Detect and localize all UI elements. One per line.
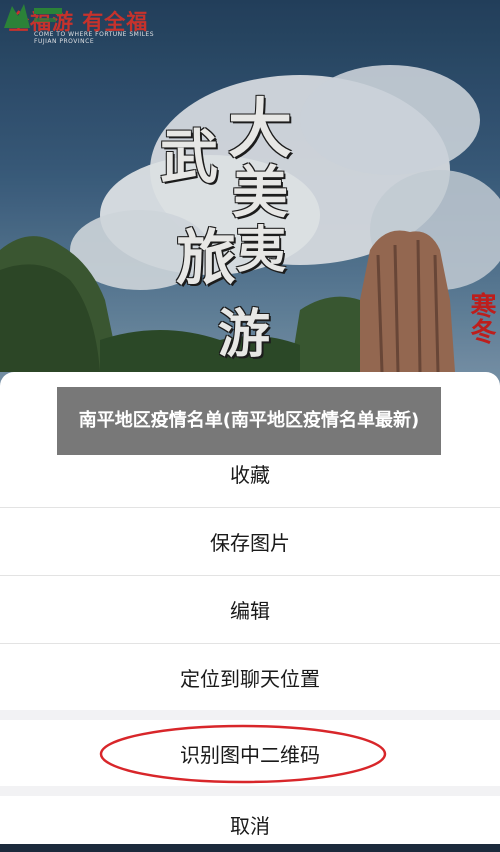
menu-item-locate-in-chat[interactable]: 定位到聊天位置 <box>0 644 500 710</box>
menu-item-scan-qr-code[interactable]: 识别图中二维码 <box>0 720 500 786</box>
article-title-caption: 南平地区疫情名单(南平地区疫情名单最新) <box>57 387 441 455</box>
menu-item-edit[interactable]: 编辑 <box>0 576 500 642</box>
section-gap <box>0 786 500 796</box>
menu-item-save-image[interactable]: 保存图片 <box>0 508 500 574</box>
section-gap <box>0 710 500 720</box>
